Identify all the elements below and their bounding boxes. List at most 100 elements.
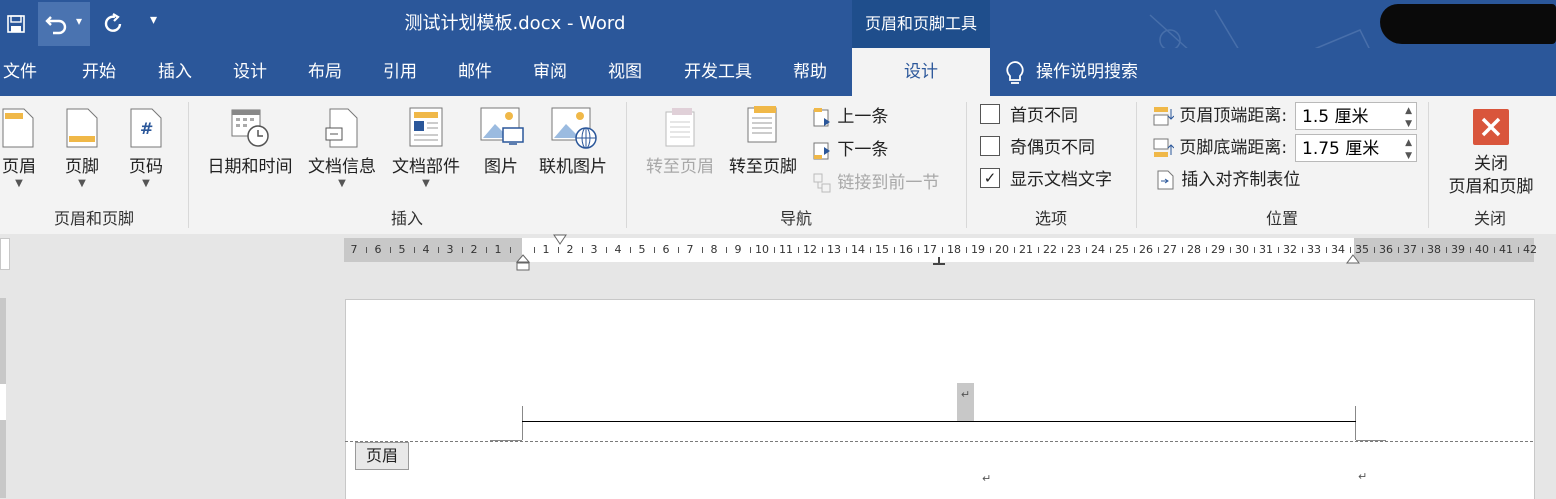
- ruler-tick-mark: [1422, 247, 1423, 253]
- ruler-tick-mark: [558, 247, 559, 253]
- undo-dropdown-icon[interactable]: ▾: [76, 14, 82, 28]
- online-pictures-button[interactable]: 联机图片: [534, 100, 612, 200]
- header-position-icon: [1153, 107, 1175, 126]
- ruler-number: 16: [899, 243, 913, 256]
- tab-layout[interactable]: 布局: [300, 48, 350, 96]
- close-label-line2: 页眉和页脚: [1448, 177, 1534, 197]
- footer-from-bottom-input[interactable]: 1.75 厘米 ▲ ▼: [1295, 134, 1417, 162]
- tab-file[interactable]: 文件: [0, 48, 40, 96]
- next-button[interactable]: 下一条: [812, 137, 888, 163]
- ruler-tick-mark: [582, 247, 583, 253]
- save-icon[interactable]: [0, 6, 32, 42]
- date-time-button[interactable]: 日期和时间: [200, 100, 300, 200]
- ruler-number: 7: [350, 243, 358, 256]
- tab-references[interactable]: 引用: [375, 48, 425, 96]
- right-indent-icon[interactable]: [1346, 254, 1360, 266]
- ruler-tick-mark: [510, 247, 511, 253]
- picture-icon: [480, 107, 524, 145]
- ruler-number: 5: [638, 243, 646, 256]
- footer-position-icon: [1153, 138, 1175, 157]
- previous-button[interactable]: 上一条: [812, 104, 888, 130]
- tab-design-doc[interactable]: 设计: [225, 48, 275, 96]
- ruler-tick-mark: [1086, 247, 1087, 253]
- tab-view[interactable]: 视图: [600, 48, 650, 96]
- ruler-tick-mark: [1158, 247, 1159, 253]
- close-header-footer-button[interactable]: 关闭 页眉和页脚: [1436, 100, 1546, 200]
- ruler-number: 33: [1307, 243, 1321, 256]
- ruler-tick-mark: [1470, 247, 1471, 253]
- ruler-number: 20: [995, 243, 1009, 256]
- tell-me-search[interactable]: 操作说明搜索: [1036, 48, 1156, 96]
- tab-insert[interactable]: 插入: [150, 48, 200, 96]
- center-tab-stop-icon[interactable]: [932, 256, 946, 266]
- group-label-close: 关闭: [1473, 209, 1506, 228]
- insert-alignment-tab-button[interactable]: 插入对齐制表位: [1156, 167, 1300, 193]
- show-document-text-checkbox[interactable]: ✓ 显示文档文字: [980, 167, 1112, 193]
- chevron-down-icon: ▼: [78, 178, 86, 189]
- ruler-number: 18: [947, 243, 961, 256]
- ruler-number: 22: [1043, 243, 1057, 256]
- tab-design-active[interactable]: 设计: [852, 48, 990, 96]
- header-button[interactable]: 页眉 ▼: [0, 100, 38, 200]
- different-first-page-checkbox[interactable]: 首页不同: [980, 103, 1078, 129]
- header-from-top-value: 1.5 厘米: [1302, 107, 1369, 127]
- redo-icon[interactable]: [100, 6, 126, 42]
- first-line-indent-icon[interactable]: [553, 234, 567, 246]
- spin-down-icon[interactable]: ▼: [1405, 142, 1412, 170]
- checkmark-icon[interactable]: ✓: [980, 168, 1000, 188]
- online-picture-icon: [551, 107, 597, 149]
- link-to-previous-button[interactable]: 链接到前一节: [812, 170, 939, 196]
- ruler-number: 28: [1187, 243, 1201, 256]
- header-from-top-input[interactable]: 1.5 厘米 ▲ ▼: [1295, 102, 1417, 130]
- undo-icon: [42, 6, 72, 42]
- ruler-tick-mark: [822, 247, 823, 253]
- link-to-previous-label: 链接到前一节: [837, 173, 940, 193]
- ruler-number: 37: [1403, 243, 1417, 256]
- link-icon: [813, 173, 831, 193]
- document-page[interactable]: [345, 299, 1535, 499]
- quick-parts-button[interactable]: 文档部件 ▼: [386, 100, 466, 200]
- ruler-tick-mark: [606, 247, 607, 253]
- ruler-number: 29: [1211, 243, 1225, 256]
- group-label-header-footer: 页眉和页脚: [53, 209, 134, 228]
- different-odd-even-checkbox[interactable]: 奇偶页不同: [980, 135, 1095, 161]
- ruler-number: 3: [446, 243, 454, 256]
- checkbox-box[interactable]: [980, 136, 1000, 156]
- goto-footer-button[interactable]: 转至页脚: [722, 100, 804, 200]
- ruler-number: 10: [755, 243, 769, 256]
- tab-home[interactable]: 开始: [74, 48, 124, 96]
- undo-button[interactable]: ▾: [38, 2, 90, 46]
- footer-button[interactable]: 页脚 ▼: [58, 100, 106, 200]
- ruler-number: 40: [1475, 243, 1489, 256]
- document-info-button[interactable]: 文档信息 ▼: [304, 100, 380, 200]
- tab-developer[interactable]: 开发工具: [676, 48, 760, 96]
- ruler-number: 39: [1451, 243, 1465, 256]
- ruler-tick-mark: [486, 247, 487, 253]
- ruler-number: 12: [803, 243, 817, 256]
- tab-mailings[interactable]: 邮件: [450, 48, 500, 96]
- ruler-number: 1: [494, 243, 502, 256]
- chevron-down-icon: ▼: [15, 178, 23, 189]
- hanging-indent-icon[interactable]: [516, 254, 530, 272]
- insert-alignment-tab-label: 插入对齐制表位: [1181, 170, 1301, 190]
- tab-review[interactable]: 审阅: [525, 48, 575, 96]
- paragraph-mark-highlight[interactable]: ↵: [957, 383, 974, 421]
- footer-page-icon: [66, 108, 98, 148]
- margin-corner-mark: [1355, 406, 1356, 440]
- context-tool-title: 页眉和页脚工具: [864, 14, 977, 33]
- tab-help[interactable]: 帮助: [785, 48, 835, 96]
- ruler-tick-mark: [1518, 247, 1519, 253]
- paragraph-mark: ↵: [1358, 470, 1368, 483]
- goto-header-button[interactable]: 转至页眉: [640, 100, 720, 200]
- ruler-number: 9: [734, 243, 742, 256]
- customize-quick-access-icon[interactable]: ▾: [150, 12, 157, 28]
- ruler-tick-mark: [1254, 247, 1255, 253]
- page-number-button[interactable]: # 页码 ▼: [122, 100, 170, 200]
- page-number-label: 页码: [129, 157, 163, 177]
- checkbox-box[interactable]: [980, 104, 1000, 124]
- paragraph-mark: ↵: [982, 472, 992, 485]
- ruler-tick-mark: [774, 247, 775, 253]
- pictures-button[interactable]: 图片: [474, 100, 528, 200]
- page-number-icon: #: [130, 108, 162, 148]
- ruler-number: 42: [1523, 243, 1537, 256]
